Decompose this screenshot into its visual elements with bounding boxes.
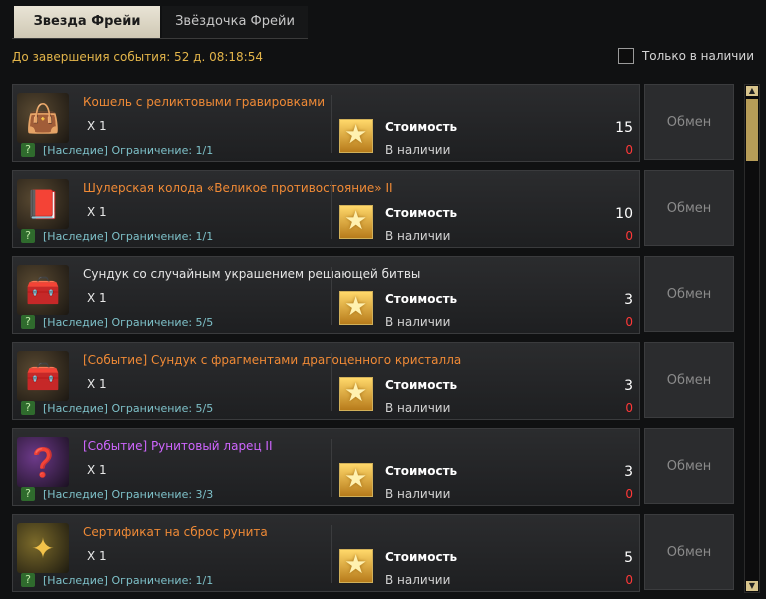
cost-value: 3: [624, 378, 633, 394]
divider: [331, 181, 332, 239]
available-value: 0: [625, 487, 633, 501]
freya-star-currency-icon: ★: [339, 205, 373, 239]
list-scrollbar[interactable]: ▲ ▼: [744, 84, 760, 593]
freya-star-currency-icon: ★: [339, 377, 373, 411]
item-quantity: X 1: [87, 291, 107, 305]
cost-value: 15: [615, 120, 633, 136]
exchange-list: 👜 Кошель с реликтовыми гравировками X 1 …: [12, 84, 742, 599]
item-card: ❓ [Событие] Рунитовый ларец II X 1 ? [На…: [12, 428, 640, 506]
scroll-down-arrow-icon[interactable]: ▼: [746, 581, 758, 591]
divider: [331, 267, 332, 325]
cost-value: 5: [624, 550, 633, 566]
scrollbar-thumb[interactable]: [746, 99, 758, 161]
freya-star-currency-icon: ★: [339, 549, 373, 583]
divider: [331, 95, 332, 153]
question-icon: ?: [21, 573, 35, 587]
cost-label: Стоимость: [385, 464, 458, 478]
available-value: 0: [625, 401, 633, 415]
only-in-stock-label: Только в наличии: [641, 49, 754, 63]
item-card: ✦ Сертификат на сброс рунита X 1 ? [Насл…: [12, 514, 640, 592]
item-limit: [Наследие] Ограничение: 5/5: [43, 402, 214, 415]
available-value: 0: [625, 143, 633, 157]
question-icon: ?: [21, 143, 35, 157]
exchange-row: 👜 Кошель с реликтовыми гравировками X 1 …: [12, 84, 742, 162]
item-quantity: X 1: [87, 463, 107, 477]
item-name: [Событие] Рунитовый ларец II: [83, 439, 273, 453]
item-quantity: X 1: [87, 549, 107, 563]
exchange-button[interactable]: Обмен: [644, 428, 734, 504]
item-limit: [Наследие] Ограничение: 1/1: [43, 144, 214, 157]
available-label: В наличии: [385, 229, 451, 243]
only-in-stock-toggle[interactable]: Только в наличии: [617, 48, 754, 64]
cost-label: Стоимость: [385, 378, 458, 392]
available-label: В наличии: [385, 401, 451, 415]
exchange-row: 📕 Шулерская колода «Великое противостоян…: [12, 170, 742, 248]
item-card: 🧰 [Событие] Сундук с фрагментами драгоце…: [12, 342, 640, 420]
item-card: 👜 Кошель с реликтовыми гравировками X 1 …: [12, 84, 640, 162]
item-name: Шулерская колода «Великое противостояние…: [83, 181, 393, 195]
item-name: Сертификат на сброс рунита: [83, 525, 268, 539]
item-quantity: X 1: [87, 119, 107, 133]
freya-star-currency-icon: ★: [339, 119, 373, 153]
item-limit: [Наследие] Ограничение: 3/3: [43, 488, 214, 501]
freya-star-currency-icon: ★: [339, 291, 373, 325]
available-label: В наличии: [385, 315, 451, 329]
cost-value: 3: [624, 292, 633, 308]
event-timer: До завершения события: 52 д. 08:18:54: [12, 50, 263, 64]
certificate-icon: ✦: [17, 523, 69, 573]
item-name: [Событие] Сундук с фрагментами драгоценн…: [83, 353, 462, 367]
exchange-row: ✦ Сертификат на сброс рунита X 1 ? [Насл…: [12, 514, 742, 592]
divider: [331, 439, 332, 497]
exchange-row: 🧰 Сундук со случайным украшением решающе…: [12, 256, 742, 334]
cost-value: 3: [624, 464, 633, 480]
available-label: В наличии: [385, 487, 451, 501]
divider: [331, 353, 332, 411]
exchange-button[interactable]: Обмен: [644, 514, 734, 590]
cost-label: Стоимость: [385, 120, 458, 134]
exchange-row: 🧰 [Событие] Сундук с фрагментами драгоце…: [12, 342, 742, 420]
question-icon: ?: [21, 401, 35, 415]
item-limit: [Наследие] Ограничение: 5/5: [43, 316, 214, 329]
exchange-button[interactable]: Обмен: [644, 342, 734, 418]
bag-icon: 👜: [17, 93, 69, 143]
item-card: 📕 Шулерская колода «Великое противостоян…: [12, 170, 640, 248]
exchange-row: ❓ [Событие] Рунитовый ларец II X 1 ? [На…: [12, 428, 742, 506]
scroll-up-arrow-icon[interactable]: ▲: [746, 86, 758, 96]
item-limit: [Наследие] Ограничение: 1/1: [43, 574, 214, 587]
exchange-button[interactable]: Обмен: [644, 170, 734, 246]
item-limit: [Наследие] Ограничение: 1/1: [43, 230, 214, 243]
tab-bar: Звезда Фрейи Звёздочка Фрейи: [12, 4, 308, 39]
question-icon: ?: [21, 487, 35, 501]
tab-freya-star[interactable]: Звезда Фрейи: [14, 6, 160, 38]
available-value: 0: [625, 315, 633, 329]
divider: [331, 525, 332, 583]
question-icon: ?: [21, 315, 35, 329]
available-label: В наличии: [385, 573, 451, 587]
rune-box-icon: ❓: [17, 437, 69, 487]
cost-value: 10: [615, 206, 633, 222]
exchange-button[interactable]: Обмен: [644, 84, 734, 160]
exchange-button[interactable]: Обмен: [644, 256, 734, 332]
item-name: Сундук со случайным украшением решающей …: [83, 267, 421, 281]
chest-icon: 🧰: [17, 265, 69, 315]
available-label: В наличии: [385, 143, 451, 157]
cost-label: Стоимость: [385, 550, 458, 564]
item-card: 🧰 Сундук со случайным украшением решающе…: [12, 256, 640, 334]
chest-icon: 🧰: [17, 351, 69, 401]
cost-label: Стоимость: [385, 292, 458, 306]
freya-star-currency-icon: ★: [339, 463, 373, 497]
cost-label: Стоимость: [385, 206, 458, 220]
available-value: 0: [625, 229, 633, 243]
item-quantity: X 1: [87, 205, 107, 219]
tab-freya-starlet[interactable]: Звёздочка Фрейи: [162, 6, 308, 38]
item-name: Кошель с реликтовыми гравировками: [83, 95, 326, 109]
only-in-stock-checkbox[interactable]: [617, 48, 634, 64]
card-deck-icon: 📕: [17, 179, 69, 229]
question-icon: ?: [21, 229, 35, 243]
item-quantity: X 1: [87, 377, 107, 391]
available-value: 0: [625, 573, 633, 587]
